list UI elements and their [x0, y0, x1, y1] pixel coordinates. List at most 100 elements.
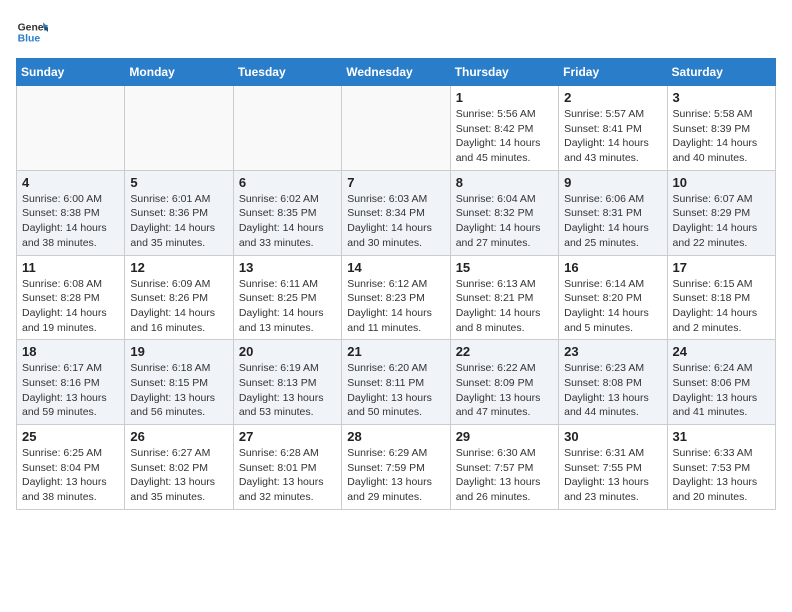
day-info: Sunrise: 6:19 AM Sunset: 8:13 PM Dayligh…: [239, 361, 336, 420]
calendar-cell: 22 Sunrise: 6:22 AM Sunset: 8:09 PM Dayli…: [450, 340, 558, 425]
day-number: 9: [564, 175, 661, 190]
calendar-week-2: 4 Sunrise: 6:00 AM Sunset: 8:38 PM Daylig…: [17, 170, 776, 255]
day-number: 27: [239, 429, 336, 444]
day-info: Sunrise: 6:30 AM Sunset: 7:57 PM Dayligh…: [456, 446, 553, 505]
day-number: 23: [564, 344, 661, 359]
calendar-cell: 4 Sunrise: 6:00 AM Sunset: 8:38 PM Daylig…: [17, 170, 125, 255]
header-row: Sunday Monday Tuesday Wednesday Thursday…: [17, 59, 776, 86]
calendar-week-5: 25 Sunrise: 6:25 AM Sunset: 8:04 PM Dayli…: [17, 425, 776, 510]
calendar-cell: 1 Sunrise: 5:56 AM Sunset: 8:42 PM Daylig…: [450, 86, 558, 171]
day-info: Sunrise: 6:03 AM Sunset: 8:34 PM Dayligh…: [347, 192, 444, 251]
day-number: 25: [22, 429, 119, 444]
calendar-cell: 13 Sunrise: 6:11 AM Sunset: 8:25 PM Dayli…: [233, 255, 341, 340]
day-info: Sunrise: 6:27 AM Sunset: 8:02 PM Dayligh…: [130, 446, 227, 505]
day-info: Sunrise: 6:28 AM Sunset: 8:01 PM Dayligh…: [239, 446, 336, 505]
day-info: Sunrise: 5:57 AM Sunset: 8:41 PM Dayligh…: [564, 107, 661, 166]
calendar-cell: 29 Sunrise: 6:30 AM Sunset: 7:57 PM Dayli…: [450, 425, 558, 510]
day-number: 17: [673, 260, 770, 275]
day-number: 19: [130, 344, 227, 359]
day-info: Sunrise: 6:25 AM Sunset: 8:04 PM Dayligh…: [22, 446, 119, 505]
day-number: 8: [456, 175, 553, 190]
header-friday: Friday: [559, 59, 667, 86]
logo: General Blue: [16, 16, 48, 48]
day-info: Sunrise: 6:02 AM Sunset: 8:35 PM Dayligh…: [239, 192, 336, 251]
day-number: 29: [456, 429, 553, 444]
calendar-cell: 3 Sunrise: 5:58 AM Sunset: 8:39 PM Daylig…: [667, 86, 775, 171]
day-number: 26: [130, 429, 227, 444]
day-info: Sunrise: 6:15 AM Sunset: 8:18 PM Dayligh…: [673, 277, 770, 336]
calendar-cell: 2 Sunrise: 5:57 AM Sunset: 8:41 PM Daylig…: [559, 86, 667, 171]
calendar-cell: 14Sunrise: 6:12 AM Sunset: 8:23 PM Dayli…: [342, 255, 450, 340]
calendar-cell: 16 Sunrise: 6:14 AM Sunset: 8:20 PM Dayli…: [559, 255, 667, 340]
day-number: 16: [564, 260, 661, 275]
day-number: 22: [456, 344, 553, 359]
day-info: Sunrise: 6:13 AM Sunset: 8:21 PM Dayligh…: [456, 277, 553, 336]
day-number: 5: [130, 175, 227, 190]
header-thursday: Thursday: [450, 59, 558, 86]
calendar-cell: 28 Sunrise: 6:29 AM Sunset: 7:59 PM Dayli…: [342, 425, 450, 510]
day-info: Sunrise: 6:14 AM Sunset: 8:20 PM Dayligh…: [564, 277, 661, 336]
day-info: Sunrise: 6:00 AM Sunset: 8:38 PM Dayligh…: [22, 192, 119, 251]
day-info: Sunrise: 6:33 AM Sunset: 7:53 PM Dayligh…: [673, 446, 770, 505]
calendar-cell: 30 Sunrise: 6:31 AM Sunset: 7:55 PM Dayli…: [559, 425, 667, 510]
day-number: 20: [239, 344, 336, 359]
day-number: 21: [347, 344, 444, 359]
day-info: Sunrise: 6:20 AM Sunset: 8:11 PM Dayligh…: [347, 361, 444, 420]
header-tuesday: Tuesday: [233, 59, 341, 86]
calendar-cell: 19 Sunrise: 6:18 AM Sunset: 8:15 PM Dayli…: [125, 340, 233, 425]
calendar-cell: 15 Sunrise: 6:13 AM Sunset: 8:21 PM Dayli…: [450, 255, 558, 340]
header-wednesday: Wednesday: [342, 59, 450, 86]
calendar-cell: 20 Sunrise: 6:19 AM Sunset: 8:13 PM Dayli…: [233, 340, 341, 425]
day-info: Sunrise: 5:56 AM Sunset: 8:42 PM Dayligh…: [456, 107, 553, 166]
day-info: Sunrise: 5:58 AM Sunset: 8:39 PM Dayligh…: [673, 107, 770, 166]
day-info: Sunrise: 6:23 AM Sunset: 8:08 PM Dayligh…: [564, 361, 661, 420]
logo-icon: General Blue: [16, 16, 48, 48]
calendar-body: 1 Sunrise: 5:56 AM Sunset: 8:42 PM Daylig…: [17, 86, 776, 510]
day-number: 1: [456, 90, 553, 105]
header-monday: Monday: [125, 59, 233, 86]
day-info: Sunrise: 6:22 AM Sunset: 8:09 PM Dayligh…: [456, 361, 553, 420]
day-number: 18: [22, 344, 119, 359]
day-number: 4: [22, 175, 119, 190]
day-info: Sunrise: 6:08 AM Sunset: 8:28 PM Dayligh…: [22, 277, 119, 336]
calendar-cell: 10Sunrise: 6:07 AM Sunset: 8:29 PM Dayli…: [667, 170, 775, 255]
day-info: Sunrise: 6:17 AM Sunset: 8:16 PM Dayligh…: [22, 361, 119, 420]
calendar-header: Sunday Monday Tuesday Wednesday Thursday…: [17, 59, 776, 86]
calendar-cell: 9Sunrise: 6:06 AM Sunset: 8:31 PM Daylig…: [559, 170, 667, 255]
day-number: 3: [673, 90, 770, 105]
calendar-week-4: 18 Sunrise: 6:17 AM Sunset: 8:16 PM Dayli…: [17, 340, 776, 425]
calendar-table: Sunday Monday Tuesday Wednesday Thursday…: [16, 58, 776, 510]
day-info: Sunrise: 6:24 AM Sunset: 8:06 PM Dayligh…: [673, 361, 770, 420]
day-number: 15: [456, 260, 553, 275]
day-number: 10: [673, 175, 770, 190]
day-number: 11: [22, 260, 119, 275]
day-number: 28: [347, 429, 444, 444]
calendar-cell: 18 Sunrise: 6:17 AM Sunset: 8:16 PM Dayli…: [17, 340, 125, 425]
calendar-cell: 23 Sunrise: 6:23 AM Sunset: 8:08 PM Dayli…: [559, 340, 667, 425]
day-info: Sunrise: 6:09 AM Sunset: 8:26 PM Dayligh…: [130, 277, 227, 336]
day-info: Sunrise: 6:12 AM Sunset: 8:23 PM Dayligh…: [347, 277, 444, 336]
calendar-cell: [125, 86, 233, 171]
day-number: 2: [564, 90, 661, 105]
calendar-cell: 8 Sunrise: 6:04 AM Sunset: 8:32 PM Daylig…: [450, 170, 558, 255]
calendar-cell: 21 Sunrise: 6:20 AM Sunset: 8:11 PM Dayli…: [342, 340, 450, 425]
calendar-cell: 17 Sunrise: 6:15 AM Sunset: 8:18 PM Dayli…: [667, 255, 775, 340]
day-number: 30: [564, 429, 661, 444]
day-info: Sunrise: 6:01 AM Sunset: 8:36 PM Dayligh…: [130, 192, 227, 251]
calendar-cell: 12Sunrise: 6:09 AM Sunset: 8:26 PM Dayli…: [125, 255, 233, 340]
calendar-cell: 26 Sunrise: 6:27 AM Sunset: 8:02 PM Dayli…: [125, 425, 233, 510]
day-info: Sunrise: 6:31 AM Sunset: 7:55 PM Dayligh…: [564, 446, 661, 505]
page-header: General Blue: [16, 16, 776, 48]
day-number: 31: [673, 429, 770, 444]
calendar-cell: [233, 86, 341, 171]
day-number: 13: [239, 260, 336, 275]
day-number: 24: [673, 344, 770, 359]
calendar-cell: 6 Sunrise: 6:02 AM Sunset: 8:35 PM Daylig…: [233, 170, 341, 255]
calendar-cell: 31 Sunrise: 6:33 AM Sunset: 7:53 PM Dayli…: [667, 425, 775, 510]
day-info: Sunrise: 6:18 AM Sunset: 8:15 PM Dayligh…: [130, 361, 227, 420]
day-number: 6: [239, 175, 336, 190]
day-info: Sunrise: 6:11 AM Sunset: 8:25 PM Dayligh…: [239, 277, 336, 336]
day-info: Sunrise: 6:04 AM Sunset: 8:32 PM Dayligh…: [456, 192, 553, 251]
day-info: Sunrise: 6:29 AM Sunset: 7:59 PM Dayligh…: [347, 446, 444, 505]
calendar-cell: 11 Sunrise: 6:08 AM Sunset: 8:28 PM Dayli…: [17, 255, 125, 340]
